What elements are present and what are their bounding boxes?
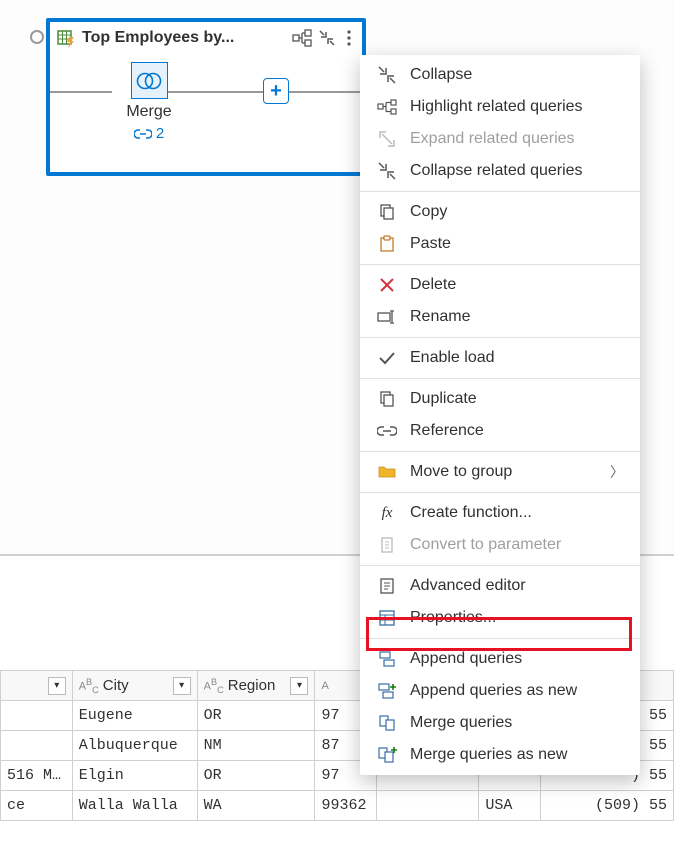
node-title: Top Employees by... — [82, 29, 286, 47]
editor-icon — [376, 576, 398, 596]
paste-icon — [376, 234, 398, 254]
menu-highlight-related[interactable]: Highlight related queries — [360, 91, 640, 123]
menu-delete[interactable]: Delete — [360, 269, 640, 301]
merge-step[interactable]: Merge 2 — [104, 62, 194, 142]
link-icon — [134, 128, 152, 140]
filter-dropdown-icon[interactable]: ▾ — [173, 677, 191, 695]
link-icon — [376, 421, 398, 441]
merge-tables-new-icon — [376, 745, 398, 765]
menu-properties[interactable]: Properties... — [360, 602, 640, 634]
dependencies-icon — [376, 97, 398, 117]
query-node[interactable]: Top Employees by... Merge — [46, 18, 366, 176]
menu-move-to-group[interactable]: Move to group 〉 — [360, 456, 640, 488]
type-text-icon: A — [321, 680, 328, 692]
collapse-arrows-icon — [376, 161, 398, 181]
menu-advanced-editor[interactable]: Advanced editor — [360, 570, 640, 602]
copy-icon — [376, 202, 398, 222]
menu-duplicate[interactable]: Duplicate — [360, 383, 640, 415]
delete-x-icon — [376, 275, 398, 295]
menu-append-queries[interactable]: Append queries — [360, 643, 640, 675]
chevron-right-icon: 〉 — [610, 462, 624, 482]
node-body: Merge 2 + — [50, 54, 362, 172]
filter-dropdown-icon[interactable]: ▾ — [48, 677, 66, 695]
menu-convert-to-parameter: Convert to parameter — [360, 529, 640, 561]
filter-dropdown-icon[interactable]: ▾ — [290, 677, 308, 695]
menu-copy[interactable]: Copy — [360, 196, 640, 228]
merge-icon — [131, 62, 168, 99]
menu-reference[interactable]: Reference — [360, 415, 640, 447]
menu-append-queries-new[interactable]: Append queries as new — [360, 675, 640, 707]
properties-icon — [376, 608, 398, 628]
node-header: Top Employees by... — [50, 22, 362, 54]
duplicate-icon — [376, 389, 398, 409]
collapse-icon[interactable] — [318, 29, 336, 47]
menu-paste[interactable]: Paste — [360, 228, 640, 260]
type-text-icon: ABC — [79, 677, 99, 695]
context-menu: Collapse Highlight related queries Expan… — [360, 55, 640, 775]
collapse-arrows-icon — [376, 65, 398, 85]
expand-arrows-icon — [376, 129, 398, 149]
col-header-prev[interactable]: ▾ — [1, 671, 73, 701]
parameter-icon — [376, 535, 398, 555]
table-row[interactable]: ceWalla WallaWA99362USA(509) 55 — [1, 791, 674, 821]
add-step-button[interactable]: + — [263, 78, 289, 104]
menu-enable-load[interactable]: Enable load — [360, 342, 640, 374]
type-text-icon: ABC — [204, 677, 224, 695]
menu-create-function[interactable]: fx Create function... — [360, 497, 640, 529]
merge-step-label: Merge — [104, 103, 194, 121]
table-lightning-icon — [56, 28, 76, 48]
node-input-port[interactable] — [30, 30, 44, 44]
append-new-icon — [376, 681, 398, 701]
kebab-menu-icon[interactable] — [342, 29, 356, 47]
col-header-city[interactable]: ABCCity▾ — [72, 671, 197, 701]
fx-icon: fx — [376, 503, 398, 523]
dependencies-icon[interactable] — [292, 29, 312, 47]
append-icon — [376, 649, 398, 669]
merge-link-count[interactable]: 2 — [104, 125, 194, 142]
col-header-region[interactable]: ABCRegion▾ — [197, 671, 315, 701]
folder-icon — [376, 462, 398, 482]
merge-tables-icon — [376, 713, 398, 733]
menu-collapse-related[interactable]: Collapse related queries — [360, 155, 640, 187]
menu-merge-queries[interactable]: Merge queries — [360, 707, 640, 739]
menu-collapse[interactable]: Collapse — [360, 59, 640, 91]
menu-rename[interactable]: Rename — [360, 301, 640, 333]
menu-expand-related: Expand related queries — [360, 123, 640, 155]
rename-icon — [376, 307, 398, 327]
checkmark-icon — [376, 348, 398, 368]
menu-merge-queries-new[interactable]: Merge queries as new — [360, 739, 640, 771]
